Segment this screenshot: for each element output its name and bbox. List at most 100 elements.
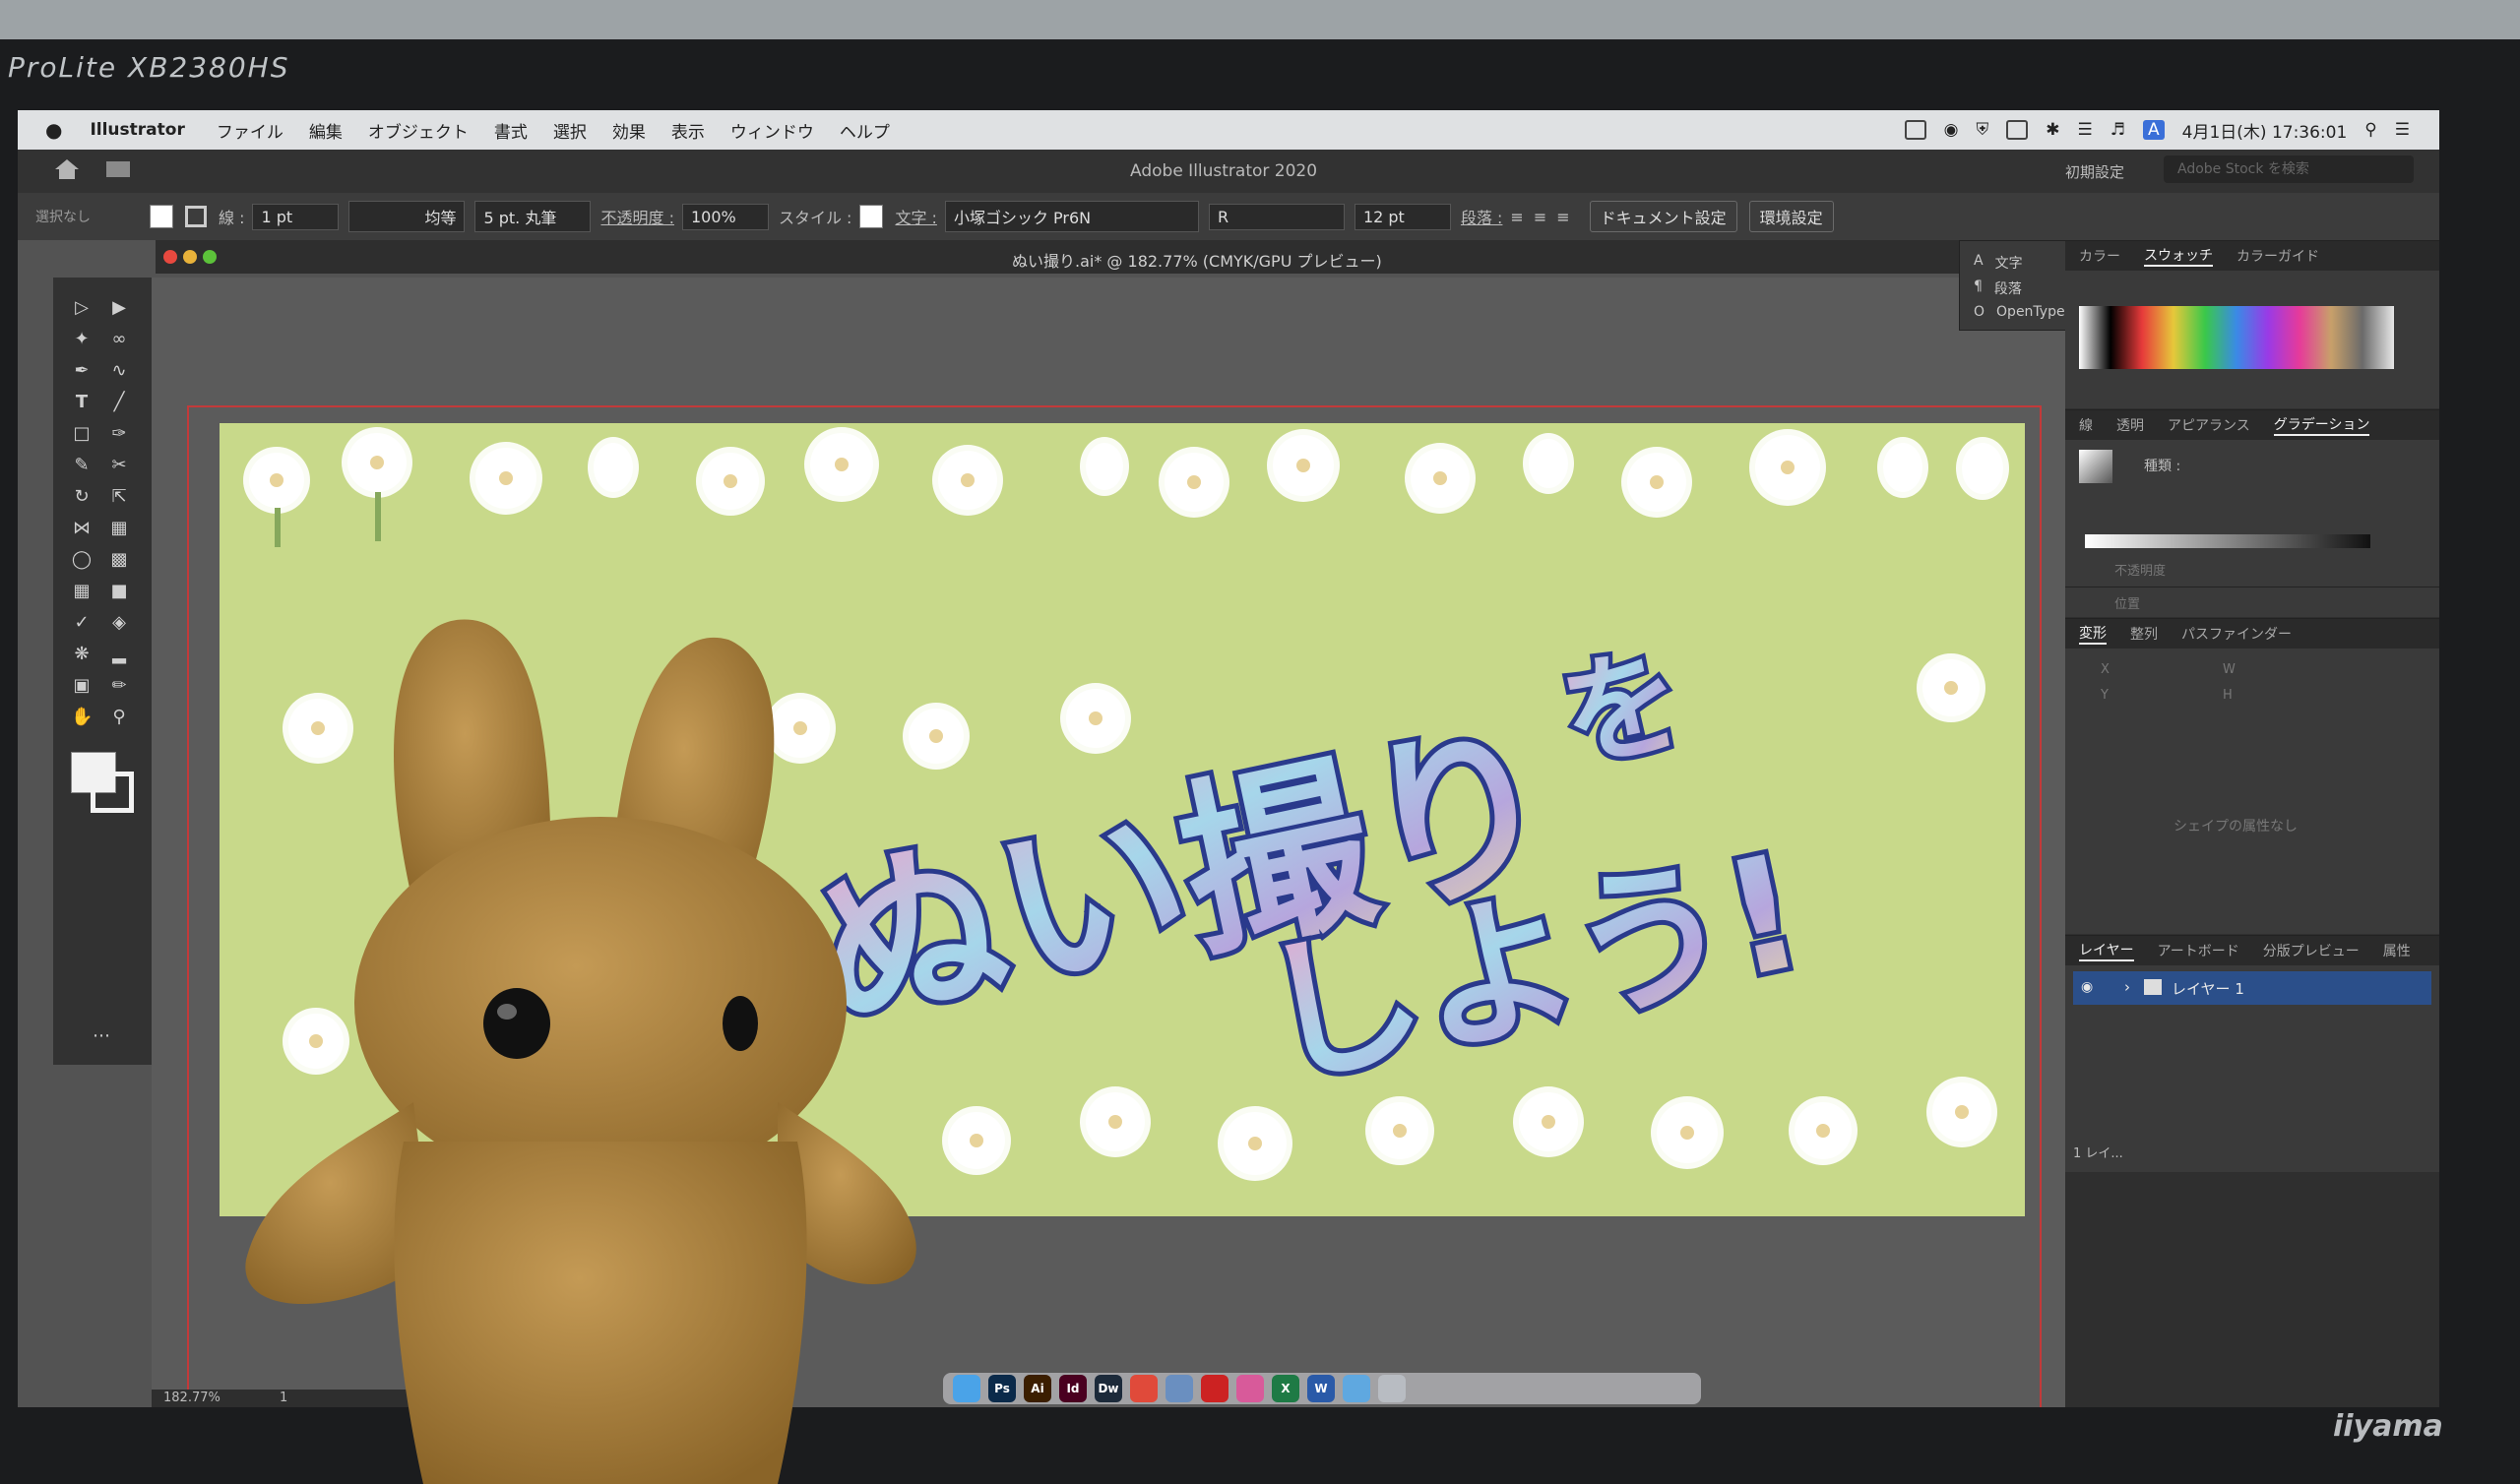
tab-separations-preview[interactable]: 分版プレビュー <box>2263 941 2360 960</box>
zoom-tool-icon[interactable]: ⚲ <box>108 707 130 728</box>
align-left-icon[interactable]: ≡ <box>1510 208 1523 226</box>
chrome-icon[interactable] <box>1130 1375 1158 1402</box>
graphic-style-swatch[interactable] <box>859 205 884 228</box>
perspective-grid-tool-icon[interactable]: ▩ <box>108 549 130 571</box>
line-tool-icon[interactable]: ╱ <box>108 392 130 413</box>
tab-layers[interactable]: レイヤー <box>2079 940 2134 961</box>
swatch-grid[interactable] <box>2079 306 2394 369</box>
gradient-swatch[interactable] <box>2079 450 2112 483</box>
lasso-tool-icon[interactable]: ∞ <box>108 329 130 350</box>
trash-icon[interactable] <box>1378 1375 1406 1402</box>
preferences-button[interactable]: 環境設定 <box>1748 201 1834 232</box>
menu-help[interactable]: ヘルプ <box>840 118 890 143</box>
shield-icon[interactable]: ⛨ <box>1977 120 1989 140</box>
apple-icon[interactable]: ● <box>45 118 62 142</box>
font-family-dropdown[interactable]: 小塚ゴシック Pr6N <box>944 201 1199 232</box>
slice-tool-icon[interactable]: ✏ <box>108 675 130 697</box>
zoom-window-icon[interactable] <box>203 250 217 264</box>
tab-gradient[interactable]: グラデーション <box>2273 414 2370 436</box>
tab-color-guide[interactable]: カラーガイド <box>2236 246 2319 266</box>
preview-icon[interactable] <box>1166 1375 1193 1402</box>
free-transform-tool-icon[interactable]: ▦ <box>108 518 130 539</box>
folder-icon[interactable] <box>1343 1375 1370 1402</box>
chevron-right-icon[interactable]: › <box>2124 978 2130 996</box>
stroke-weight-field[interactable]: 1 pt <box>252 203 340 230</box>
opentype-panel-item[interactable]: O OpenType <box>1974 304 2065 320</box>
tab-swatches[interactable]: スウォッチ <box>2144 245 2213 267</box>
gradient-tool-icon[interactable]: ■ <box>108 581 130 602</box>
align-right-icon[interactable]: ≡ <box>1556 208 1569 226</box>
font-size-field[interactable]: 12 pt <box>1354 203 1451 230</box>
tab-artboards[interactable]: アートボード <box>2158 941 2239 960</box>
graph-tool-icon[interactable]: ▂ <box>108 644 130 665</box>
illustrator-icon[interactable]: Ai <box>1024 1375 1051 1402</box>
tab-attributes[interactable]: 属性 <box>2383 941 2411 960</box>
rectangle-tool-icon[interactable]: □ <box>71 423 93 445</box>
menubar-clock[interactable]: 4月1日(木) 17:36:01 <box>2182 118 2348 143</box>
control-center-icon[interactable]: ☰ <box>2395 120 2410 140</box>
photoshop-icon[interactable]: Ps <box>988 1375 1016 1402</box>
layer-row[interactable]: ◉ › レイヤー 1 <box>2073 971 2431 1005</box>
excel-icon[interactable]: X <box>1272 1375 1299 1402</box>
direct-selection-tool-icon[interactable]: ▶ <box>108 297 130 319</box>
menu-app-name[interactable]: Illustrator <box>90 120 184 140</box>
align-center-icon[interactable]: ≡ <box>1534 208 1546 226</box>
mesh-tool-icon[interactable]: ▦ <box>71 581 93 602</box>
gradient-slider[interactable] <box>2085 534 2370 548</box>
photos-icon[interactable] <box>1236 1375 1264 1402</box>
shaper-tool-icon[interactable]: ✎ <box>71 455 93 476</box>
type-tool-icon[interactable]: T <box>71 392 93 413</box>
stroke-profile-dropdown[interactable]: 均等 <box>348 201 466 232</box>
tab-transform[interactable]: 変形 <box>2079 623 2107 645</box>
opacity-field[interactable]: 100% <box>681 203 769 230</box>
acrobat-icon[interactable] <box>1201 1375 1228 1402</box>
paragraph-panel-item[interactable]: ¶ 段落 <box>1974 278 2022 298</box>
menu-effect[interactable]: 効果 <box>612 118 646 143</box>
eye-icon[interactable]: ◉ <box>2081 979 2093 995</box>
menu-edit[interactable]: 編集 <box>309 118 343 143</box>
curvature-tool-icon[interactable]: ∿ <box>108 360 130 382</box>
close-window-icon[interactable] <box>163 250 177 264</box>
tab-color[interactable]: カラー <box>2079 246 2120 266</box>
stroke-color-box[interactable] <box>91 772 134 813</box>
symbol-sprayer-tool-icon[interactable]: ❋ <box>71 644 93 665</box>
tab-transparency[interactable]: 透明 <box>2116 415 2144 435</box>
finder-icon[interactable] <box>953 1375 980 1402</box>
screen-mirror-icon[interactable] <box>1904 120 1926 140</box>
rotate-tool-icon[interactable]: ↻ <box>71 486 93 508</box>
tab-stroke[interactable]: 線 <box>2079 415 2093 435</box>
creative-cloud-icon[interactable]: ◉ <box>1944 120 1959 140</box>
word-icon[interactable]: W <box>1307 1375 1335 1402</box>
eyedropper-tool-icon[interactable]: ✓ <box>71 612 93 634</box>
menu-object[interactable]: オブジェクト <box>368 118 469 143</box>
menu-select[interactable]: 選択 <box>553 118 587 143</box>
indesign-icon[interactable]: Id <box>1059 1375 1087 1402</box>
hand-tool-icon[interactable]: ✋ <box>71 707 93 728</box>
display-icon[interactable] <box>2006 120 2029 140</box>
character-panel-item[interactable]: A 文字 <box>1974 253 2023 273</box>
input-source-badge[interactable]: A <box>2143 120 2165 140</box>
menu-file[interactable]: ファイル <box>217 118 284 143</box>
arrange-documents-icon[interactable] <box>106 161 130 177</box>
bluetooth-icon[interactable]: ✱ <box>2046 120 2059 140</box>
selection-tool-icon[interactable]: ▷ <box>71 297 93 319</box>
menu-type[interactable]: 書式 <box>494 118 528 143</box>
scale-tool-icon[interactable]: ⇱ <box>108 486 130 508</box>
minimize-window-icon[interactable] <box>183 250 197 264</box>
volume-icon[interactable]: ♬ <box>2110 120 2125 140</box>
pen-tool-icon[interactable]: ✒ <box>71 360 93 382</box>
home-icon[interactable] <box>53 157 81 181</box>
menu-view[interactable]: 表示 <box>671 118 705 143</box>
tab-appearance[interactable]: アピアランス <box>2168 415 2250 435</box>
brush-dropdown[interactable]: 5 pt. 丸筆 <box>474 201 592 232</box>
dreamweaver-icon[interactable]: Dw <box>1095 1375 1122 1402</box>
more-tools-icon[interactable]: ⋯ <box>91 1025 112 1047</box>
menu-window[interactable]: ウィンドウ <box>730 118 814 143</box>
tab-align[interactable]: 整列 <box>2130 624 2158 644</box>
font-style-dropdown[interactable]: R <box>1208 203 1345 230</box>
paintbrush-tool-icon[interactable]: ✑ <box>108 423 130 445</box>
blend-tool-icon[interactable]: ◈ <box>108 612 130 634</box>
document-setup-button[interactable]: ドキュメント設定 <box>1589 201 1737 232</box>
artboard-tool-icon[interactable]: ▣ <box>71 675 93 697</box>
magic-wand-tool-icon[interactable]: ✦ <box>71 329 93 350</box>
